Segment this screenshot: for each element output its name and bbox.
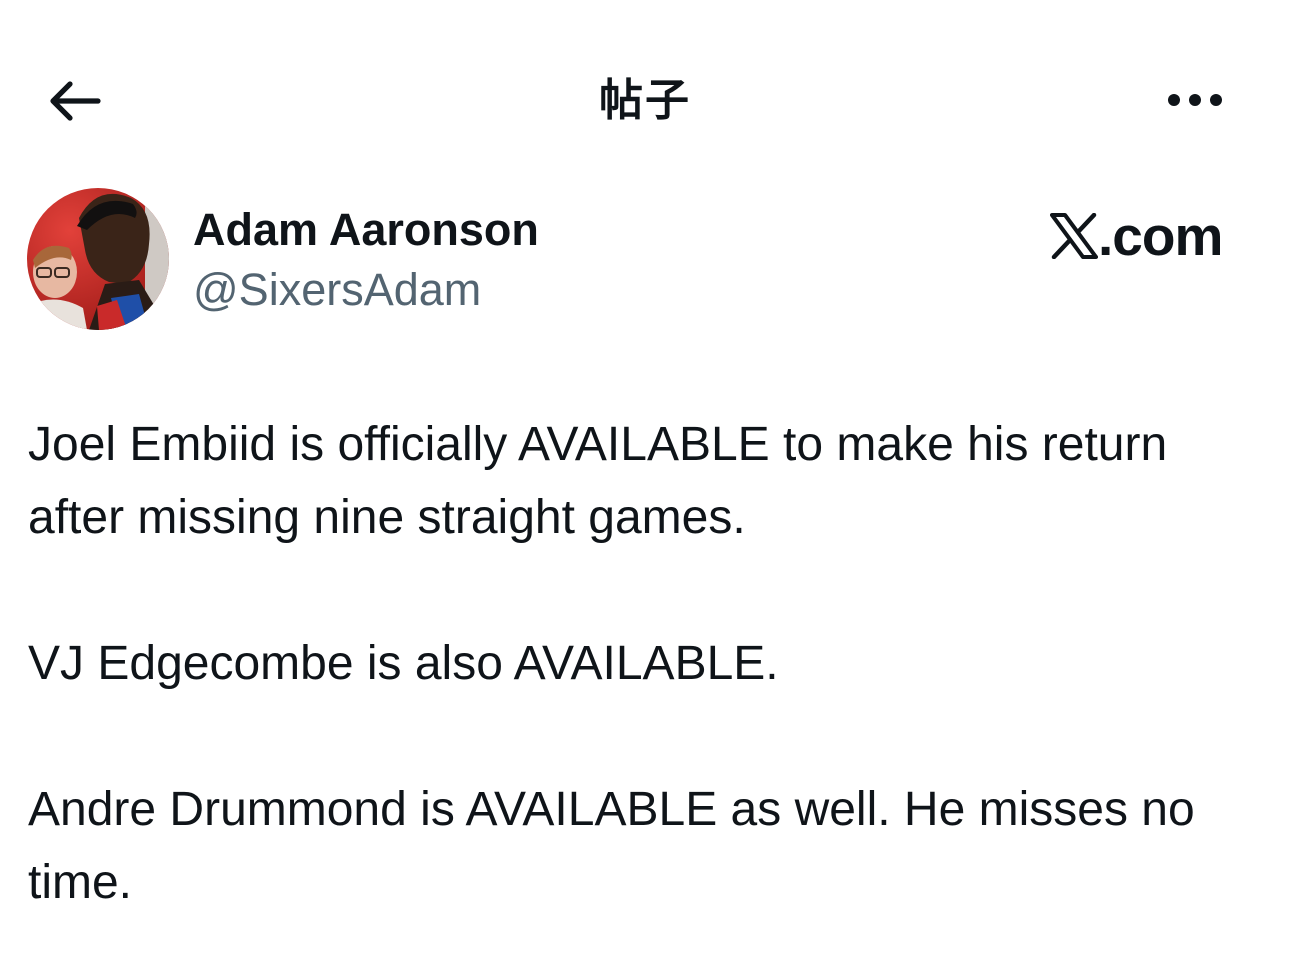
more-horizontal-icon xyxy=(1168,94,1222,106)
tweet-text: Joel Embiid is officially AVAILABLE to m… xyxy=(28,408,1268,919)
more-options-button[interactable] xyxy=(1158,80,1232,120)
avatar-photo xyxy=(27,188,169,330)
x-com-text: .com xyxy=(1098,205,1223,267)
author-display-name[interactable]: Adam Aaronson xyxy=(193,204,539,256)
tweet-paragraph-3: Andre Drummond is AVAILABLE as well. He … xyxy=(28,783,1195,909)
avatar[interactable] xyxy=(27,188,169,330)
tweet-paragraph-2: VJ Edgecombe is also AVAILABLE. xyxy=(28,637,779,690)
x-com-watermark: .com xyxy=(1050,205,1223,267)
x-logo-icon xyxy=(1050,213,1098,259)
tweet-paragraph-1: Joel Embiid is officially AVAILABLE to m… xyxy=(28,418,1168,544)
top-bar: 帖子 xyxy=(0,0,1290,200)
author-handle[interactable]: @SixersAdam xyxy=(193,264,481,316)
page-title: 帖子 xyxy=(599,75,691,126)
